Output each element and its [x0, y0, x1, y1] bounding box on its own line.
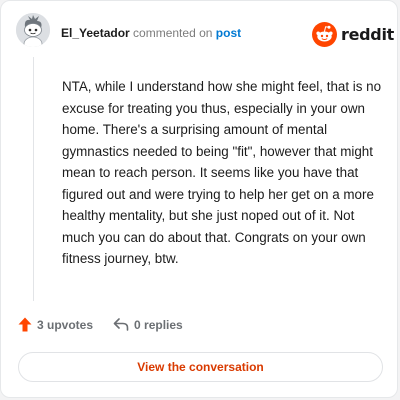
comment-actions: 3 upvotes 0 replies: [18, 317, 183, 332]
reply-count: 0 replies: [134, 317, 183, 332]
thread-line: [33, 57, 34, 301]
reddit-wordmark: reddit: [341, 24, 394, 44]
reply-button[interactable]: 0 replies: [113, 318, 183, 332]
upvote-count: 3 upvotes: [37, 317, 94, 332]
view-conversation-button[interactable]: View the conversation: [18, 352, 383, 382]
username[interactable]: El_Yeetador: [61, 26, 130, 40]
reply-arrow-icon: [113, 318, 129, 331]
upvote-button[interactable]: 3 upvotes: [18, 317, 93, 332]
comment-card: El_Yeetador commented on post reddit NTA…: [0, 0, 398, 398]
upvote-arrow-icon: [18, 317, 32, 332]
avatar[interactable]: [16, 13, 50, 47]
comment-text: NTA, while I understand how she might fe…: [62, 79, 382, 266]
post-link[interactable]: post: [216, 26, 241, 40]
comment-header: El_Yeetador commented on post: [61, 26, 241, 40]
action-text: commented on: [133, 26, 213, 40]
reddit-logo[interactable]: reddit: [312, 21, 394, 47]
reddit-snoo-icon: [312, 21, 337, 47]
snoo-avatar-icon: [16, 13, 50, 47]
